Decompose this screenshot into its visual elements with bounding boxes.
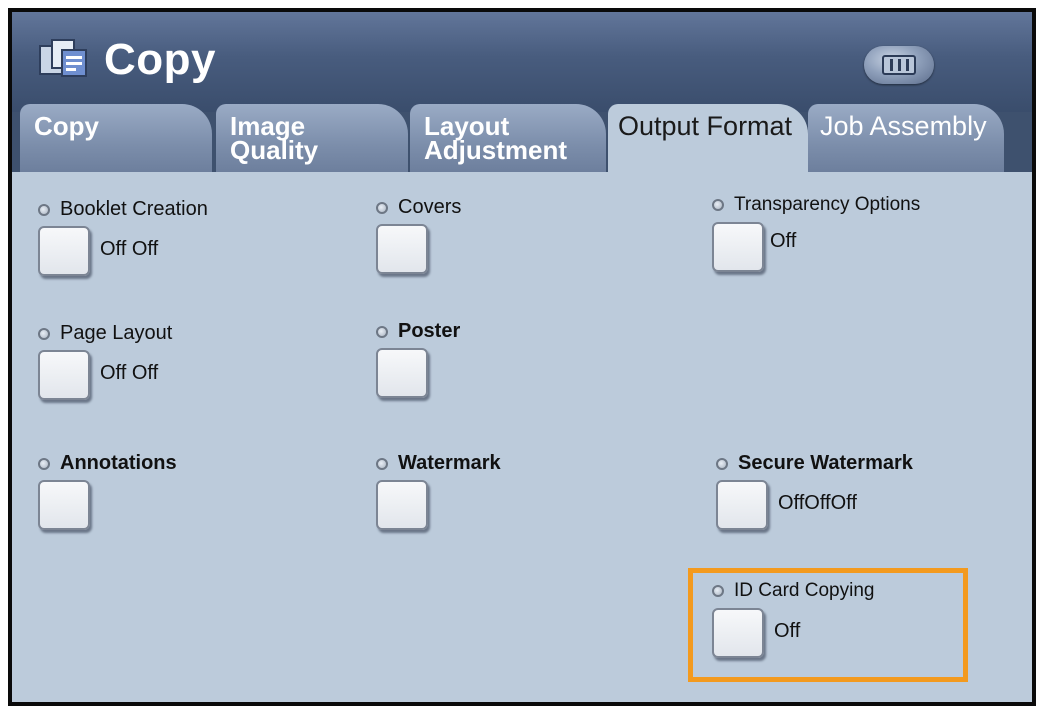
indicator-led-icon [38, 457, 50, 470]
option-value: OffOffOff [778, 492, 857, 514]
option-label: Transparency Options [734, 194, 921, 215]
highlight-box [688, 568, 968, 682]
machine-status-icon [882, 55, 916, 75]
tab-image-quality[interactable]: Image Quality [216, 104, 408, 172]
copy-app-icon [39, 39, 87, 77]
option-value: Off Off [100, 362, 159, 384]
machine-status-button[interactable] [864, 46, 934, 84]
tab-output-format[interactable]: Output Format [608, 104, 808, 182]
indicator-led-icon [38, 327, 50, 340]
option-value: Off [770, 230, 797, 252]
watermark-button[interactable] [376, 480, 428, 530]
indicator-led-icon [38, 203, 50, 216]
indicator-led-icon [716, 457, 728, 470]
secure-watermark-button[interactable] [716, 480, 768, 530]
app-header: Copy [12, 12, 1032, 112]
annotations-button[interactable] [38, 480, 90, 530]
indicator-led-icon [376, 201, 388, 214]
copy-screen: Copy Copy Image Quality Layout Adjustmen… [8, 8, 1036, 706]
option-value: Off Off [100, 238, 159, 260]
page-layout-button[interactable] [38, 350, 90, 400]
transparency-options-button[interactable] [712, 222, 764, 272]
tab-copy[interactable]: Copy [20, 104, 212, 172]
covers-button[interactable] [376, 224, 428, 274]
poster-button[interactable] [376, 348, 428, 398]
tab-label: Job Assembly [820, 111, 987, 141]
option-label: Watermark [398, 452, 501, 474]
option-label: Poster [398, 320, 461, 342]
tab-label: Copy [34, 111, 99, 141]
tab-label: Image Quality [230, 111, 319, 165]
tab-layout-adjustment[interactable]: Layout Adjustment [410, 104, 606, 172]
indicator-led-icon [376, 325, 388, 338]
option-label: Booklet Creation [60, 198, 208, 220]
indicator-led-icon [712, 199, 724, 211]
option-label: Annotations [60, 452, 177, 474]
page-title: Copy [104, 35, 216, 84]
option-label: Page Layout [60, 322, 173, 344]
tab-job-assembly[interactable]: Job Assembly [808, 104, 1004, 172]
tab-label: Output Format [618, 111, 793, 141]
tab-label: Layout Adjustment [424, 111, 567, 165]
indicator-led-icon [376, 457, 388, 470]
option-label: Secure Watermark [738, 452, 913, 474]
option-label: Covers [398, 196, 462, 218]
booklet-creation-button[interactable] [38, 226, 90, 276]
